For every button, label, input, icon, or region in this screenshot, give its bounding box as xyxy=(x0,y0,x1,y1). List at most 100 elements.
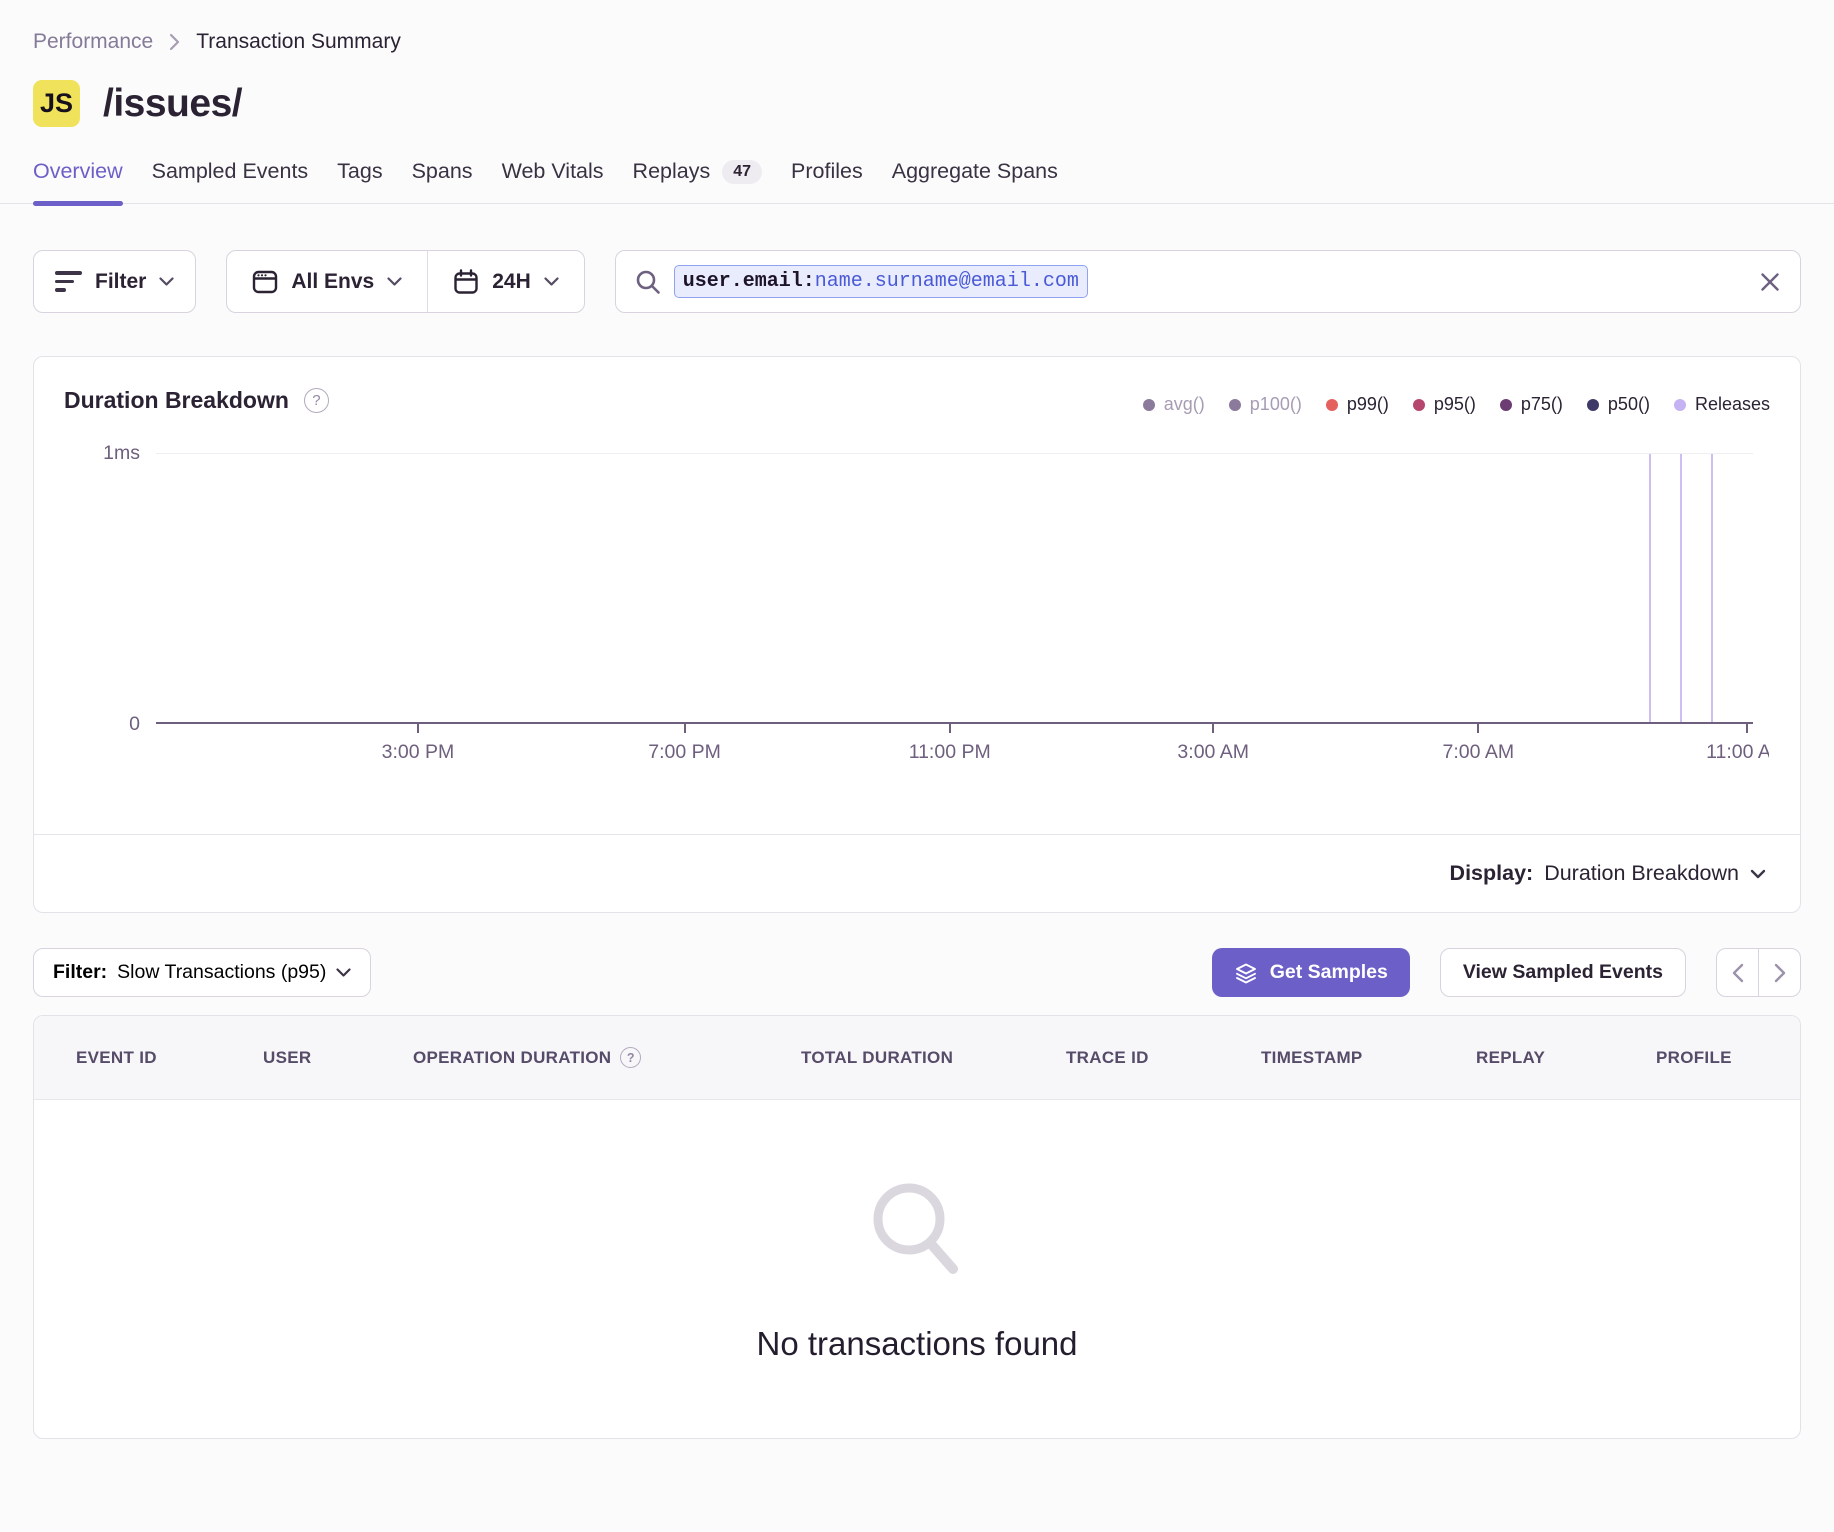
chip-filter-label: Filter: xyxy=(53,961,107,984)
platform-js-badge: JS xyxy=(33,80,80,127)
chevron-down-icon xyxy=(544,277,559,286)
x-axis-label: 3:00 AM xyxy=(1177,741,1249,764)
breadcrumb-current: Transaction Summary xyxy=(196,30,401,54)
tab[interactable]: Tags xyxy=(337,159,382,203)
legend-dot-icon xyxy=(1674,399,1686,411)
legend-item[interactable]: p100() xyxy=(1229,394,1302,415)
legend-dot-icon xyxy=(1413,399,1425,411)
tab-label: Tags xyxy=(337,159,382,184)
search-query-token[interactable]: user.email:name.surname@email.com xyxy=(674,265,1088,298)
token-value: name.surname@email.com xyxy=(815,270,1079,293)
help-icon[interactable]: ? xyxy=(620,1047,641,1068)
tab[interactable]: Aggregate Spans xyxy=(892,159,1058,203)
legend-dot-icon xyxy=(1229,399,1241,411)
legend-item[interactable]: avg() xyxy=(1143,394,1205,415)
tab-label: Web Vitals xyxy=(502,159,604,184)
tab-label: Replays xyxy=(633,159,711,184)
x-axis-tick xyxy=(949,724,951,733)
chevron-down-icon xyxy=(159,277,174,286)
release-marker-line[interactable] xyxy=(1649,454,1651,724)
search-input[interactable]: user.email:name.surname@email.com xyxy=(615,250,1801,313)
magnifier-empty-icon xyxy=(861,1175,973,1293)
chart-footer: Display: Duration Breakdown xyxy=(34,834,1800,912)
clear-search-button[interactable] xyxy=(1759,271,1781,293)
legend-dot-icon xyxy=(1143,399,1155,411)
legend-item[interactable]: p99() xyxy=(1326,394,1389,415)
pagination xyxy=(1716,948,1801,997)
previous-page-button[interactable] xyxy=(1716,948,1759,997)
legend-label: p95() xyxy=(1434,394,1476,415)
next-page-button[interactable] xyxy=(1758,948,1801,997)
view-sampled-events-button[interactable]: View Sampled Events xyxy=(1440,948,1686,997)
x-axis-label: 3:00 PM xyxy=(382,741,455,764)
chevron-down-icon xyxy=(336,968,351,977)
x-axis-label: 7:00 AM xyxy=(1443,741,1515,764)
y-axis-min-label: 0 xyxy=(129,713,140,736)
tab[interactable]: Overview xyxy=(33,159,123,203)
legend-label: avg() xyxy=(1164,394,1205,415)
tab-label: Overview xyxy=(33,159,123,184)
transaction-filter-dropdown[interactable]: Filter: Slow Transactions (p95) xyxy=(33,948,371,997)
legend-label: p50() xyxy=(1608,394,1650,415)
tab[interactable]: Spans xyxy=(412,159,473,203)
table-column-header: REPLAY xyxy=(1476,1048,1656,1068)
breadcrumb: Performance Transaction Summary xyxy=(33,30,1801,54)
legend-label: Releases xyxy=(1695,394,1770,415)
page-header: JS /issues/ xyxy=(33,80,1801,127)
transactions-table: EVENT ID USER OPERATION DURATION ? TOTAL… xyxy=(33,1015,1801,1439)
chevron-right-icon xyxy=(1774,963,1786,983)
token-key: user.email: xyxy=(683,270,815,293)
column-label: EVENT ID xyxy=(76,1048,157,1068)
help-icon[interactable]: ? xyxy=(304,388,329,413)
release-marker-line[interactable] xyxy=(1680,454,1682,724)
x-axis-label: 7:00 PM xyxy=(648,741,721,764)
filter-button-label: Filter xyxy=(95,270,146,294)
legend-item[interactable]: Releases xyxy=(1674,394,1770,415)
window-icon xyxy=(252,270,278,294)
filter-lines-icon xyxy=(55,271,82,292)
table-column-header: EVENT ID xyxy=(76,1048,263,1068)
release-marker-line[interactable] xyxy=(1711,454,1713,724)
tab[interactable]: Profiles xyxy=(791,159,863,203)
chart-legend: avg() p100() p99() p95() xyxy=(1143,387,1770,415)
legend-dot-icon xyxy=(1587,399,1599,411)
table-empty-state: No transactions found xyxy=(34,1100,1800,1438)
display-label: Display: xyxy=(1450,861,1534,886)
table-header-row: EVENT ID USER OPERATION DURATION ? TOTAL… xyxy=(34,1016,1800,1100)
legend-item[interactable]: p50() xyxy=(1587,394,1650,415)
breadcrumb-performance[interactable]: Performance xyxy=(33,30,153,54)
tab-bar: Overview Sampled Events Tags Spans Web V… xyxy=(0,159,1834,204)
legend-item[interactable]: p95() xyxy=(1413,394,1476,415)
search-icon xyxy=(635,269,661,295)
date-range-label: 24H xyxy=(492,270,531,294)
legend-dot-icon xyxy=(1326,399,1338,411)
x-axis-tick xyxy=(1477,724,1479,733)
tab[interactable]: Web Vitals xyxy=(502,159,604,203)
date-range-selector[interactable]: 24H xyxy=(427,251,584,312)
get-samples-button[interactable]: Get Samples xyxy=(1212,948,1410,997)
chip-filter-value: Slow Transactions (p95) xyxy=(117,961,326,984)
column-label: REPLAY xyxy=(1476,1048,1545,1068)
table-column-header: TIMESTAMP xyxy=(1261,1048,1476,1068)
column-label: TIMESTAMP xyxy=(1261,1048,1363,1068)
empty-state-message: No transactions found xyxy=(756,1325,1077,1363)
x-axis-tick xyxy=(1212,724,1214,733)
duration-chart[interactable]: 1ms 0 3:00 PM xyxy=(34,439,1769,804)
environment-selector[interactable]: All Envs xyxy=(227,251,427,312)
gridline xyxy=(156,453,1753,454)
chart-title: Duration Breakdown xyxy=(64,387,289,414)
x-axis-tick xyxy=(417,724,419,733)
legend-item[interactable]: p75() xyxy=(1500,394,1563,415)
calendar-icon xyxy=(453,269,479,295)
column-label: TRACE ID xyxy=(1066,1048,1149,1068)
tab[interactable]: Sampled Events xyxy=(152,159,309,203)
filter-button[interactable]: Filter xyxy=(33,250,196,313)
column-label: OPERATION DURATION xyxy=(413,1048,611,1068)
display-selector[interactable]: Duration Breakdown xyxy=(1544,861,1766,886)
table-column-header: OPERATION DURATION ? xyxy=(413,1047,801,1068)
tab[interactable]: Replays 47 xyxy=(633,159,762,203)
chart-plot-area: 1ms 0 3:00 PM xyxy=(156,453,1753,724)
get-samples-label: Get Samples xyxy=(1270,961,1388,984)
chevron-down-icon xyxy=(1750,869,1766,879)
display-value: Duration Breakdown xyxy=(1544,861,1739,886)
